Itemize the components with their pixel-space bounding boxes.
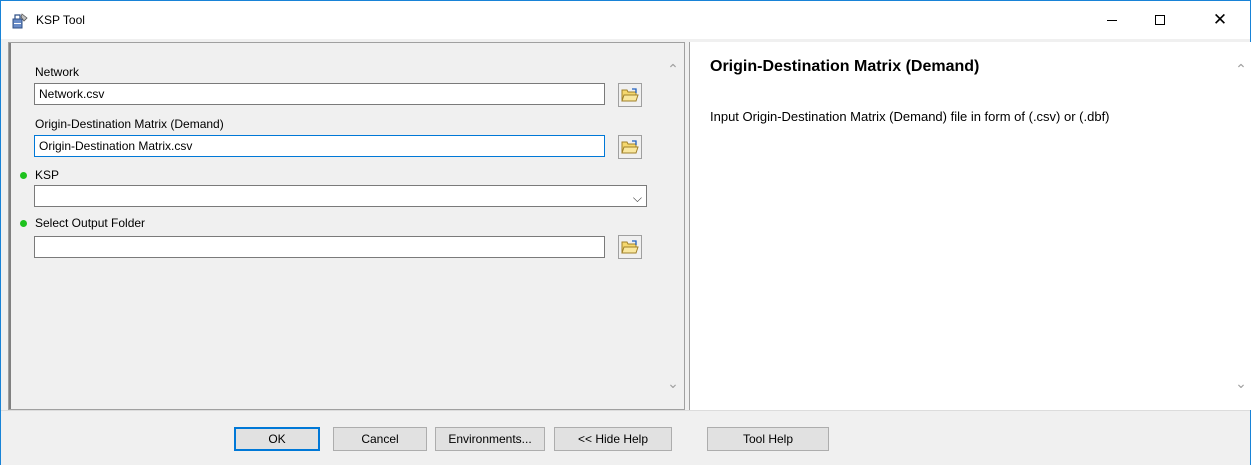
close-icon: ✕ — [1212, 9, 1228, 30]
od-matrix-label: Origin-Destination Matrix (Demand) — [35, 117, 224, 131]
toolbox-icon — [12, 13, 28, 29]
scroll-up-icon[interactable]: ⌃ — [666, 62, 680, 78]
minimize-button[interactable] — [1089, 1, 1135, 39]
network-input[interactable]: Network.csv — [34, 83, 605, 105]
open-folder-icon — [621, 240, 639, 254]
tool-dialog: KSP Tool ✕ Network Network.csv Origin-De… — [0, 0, 1251, 465]
maximize-button[interactable] — [1137, 1, 1183, 39]
cancel-button[interactable]: Cancel — [333, 427, 427, 451]
network-label: Network — [35, 65, 80, 79]
tool-help-button[interactable]: Tool Help — [707, 427, 829, 451]
title-bar[interactable]: KSP Tool ✕ — [1, 1, 1250, 39]
ok-button[interactable]: OK — [234, 427, 320, 451]
window-title: KSP Tool — [36, 13, 85, 27]
help-text: Input Origin-Destination Matrix (Demand)… — [710, 109, 1110, 124]
close-button[interactable]: ✕ — [1197, 1, 1243, 39]
output-folder-input[interactable] — [34, 236, 605, 258]
od-matrix-input[interactable]: Origin-Destination Matrix.csv — [34, 135, 605, 157]
pane-divider — [9, 43, 11, 409]
environments-button[interactable]: Environments... — [435, 427, 545, 451]
output-folder-browse-button[interactable] — [618, 235, 642, 259]
output-folder-label: Select Output Folder — [35, 216, 146, 230]
network-browse-button[interactable] — [618, 83, 642, 107]
ksp-label: KSP — [35, 168, 60, 182]
minimize-icon — [1107, 19, 1117, 21]
maximize-icon — [1155, 15, 1165, 25]
od-matrix-browse-button[interactable] — [618, 135, 642, 159]
required-indicator-icon — [20, 172, 27, 179]
scroll-down-icon[interactable]: ⌄ — [666, 376, 680, 392]
hide-help-button[interactable]: << Hide Help — [554, 427, 672, 451]
open-folder-icon — [621, 88, 639, 102]
required-indicator-icon — [20, 220, 27, 227]
help-title: Origin-Destination Matrix (Demand) — [710, 58, 980, 75]
chevron-down-icon: ⌵ — [632, 191, 642, 205]
help-pane — [689, 42, 1251, 410]
help-scroll-down-icon[interactable]: ⌄ — [1234, 376, 1248, 392]
help-scroll-up-icon[interactable]: ⌃ — [1234, 62, 1248, 78]
ksp-dropdown[interactable]: ⌵ — [34, 185, 647, 207]
open-folder-icon — [621, 140, 639, 154]
